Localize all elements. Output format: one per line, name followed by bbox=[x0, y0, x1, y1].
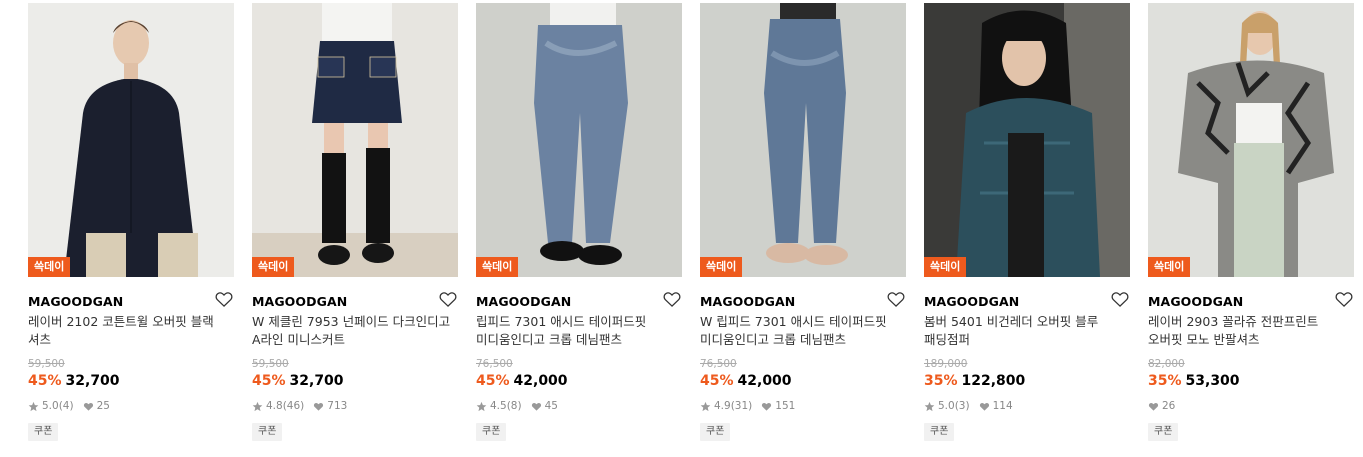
rating: 5.0 (4) bbox=[28, 399, 74, 413]
coupon-tag[interactable]: 쿠폰 bbox=[700, 423, 731, 441]
original-price: 82,000 bbox=[1148, 358, 1185, 370]
product-card[interactable]: 쓱데이 MAGOODGAN 레이버 2102 코튼트윌 오버핏 블랙 셔츠 59… bbox=[28, 3, 234, 441]
likes: 151 bbox=[761, 399, 795, 413]
product-image[interactable]: 쓱데이 bbox=[28, 3, 234, 277]
sale-price: 53,300 bbox=[1185, 373, 1240, 389]
review-count: (4) bbox=[58, 400, 74, 412]
heart-filled-icon bbox=[314, 402, 324, 411]
likes: 713 bbox=[313, 399, 347, 413]
brand-name[interactable]: MAGOODGAN bbox=[252, 294, 347, 309]
discount-rate: 45% bbox=[476, 373, 510, 389]
product-image[interactable]: 쓱데이 bbox=[700, 3, 906, 277]
sale-badge: 쓱데이 bbox=[924, 257, 967, 277]
sale-badge: 쓱데이 bbox=[252, 257, 295, 277]
coupon-tag[interactable]: 쿠폰 bbox=[252, 423, 283, 441]
rating: 4.8 (46) bbox=[252, 399, 304, 413]
sale-badge: 쓱데이 bbox=[28, 257, 71, 277]
heart-filled-icon bbox=[1148, 402, 1159, 411]
product-title[interactable]: 레이버 2903 꼴라쥬 전판프린트 오버핏 모노 반팔셔츠 bbox=[1148, 313, 1354, 349]
likes: 25 bbox=[83, 399, 110, 413]
brand-name[interactable]: MAGOODGAN bbox=[924, 294, 1019, 309]
likes-count: 151 bbox=[775, 400, 796, 412]
heart-filled-icon bbox=[83, 402, 93, 411]
star-icon bbox=[252, 401, 263, 411]
product-card[interactable]: 쓱데이 MAGOODGAN 레이버 2903 꼴라쥬 전판프린트 오버핏 모노 … bbox=[1148, 3, 1354, 441]
heart-filled-icon bbox=[979, 402, 989, 411]
product-card[interactable]: 쓱데이 MAGOODGAN 립피드 7301 애시드 테이퍼드핏 미디움인디고 … bbox=[476, 3, 682, 441]
sale-badge: 쓱데이 bbox=[1148, 257, 1191, 277]
rating-value: 4.9 bbox=[714, 400, 731, 412]
likes-count: 26 bbox=[1162, 400, 1176, 412]
product-title[interactable]: 봄버 5401 비건레더 오버핏 블루 패딩점퍼 bbox=[924, 313, 1130, 349]
heart-filled-icon bbox=[762, 402, 772, 411]
review-count: (31) bbox=[730, 400, 753, 412]
rating: 4.9 (31) bbox=[700, 399, 752, 413]
sale-price: 32,700 bbox=[65, 373, 120, 389]
original-price: 59,500 bbox=[252, 358, 289, 370]
heart-filled-icon bbox=[531, 402, 541, 411]
discount-rate: 45% bbox=[28, 373, 62, 389]
sale-price: 122,800 bbox=[961, 373, 1026, 389]
heart-icon[interactable] bbox=[1334, 289, 1354, 309]
likes: 45 bbox=[531, 399, 558, 413]
rating-value: 4.5 bbox=[490, 400, 507, 412]
rating-value: 5.0 bbox=[42, 400, 59, 412]
rating: 4.5 (8) bbox=[476, 399, 522, 413]
review-count: (46) bbox=[282, 400, 305, 412]
original-price: 59,500 bbox=[28, 358, 65, 370]
coupon-tag[interactable]: 쿠폰 bbox=[28, 423, 59, 441]
product-title[interactable]: W 제클린 7953 넌페이드 다크인디고 A라인 미니스커트 bbox=[252, 313, 458, 349]
heart-icon[interactable] bbox=[886, 289, 906, 309]
original-price: 76,500 bbox=[700, 358, 737, 370]
product-title[interactable]: 립피드 7301 애시드 테이퍼드핏 미디움인디고 크롭 데님팬츠 bbox=[476, 313, 682, 349]
coupon-tag[interactable]: 쿠폰 bbox=[1148, 423, 1179, 441]
product-card[interactable]: 쓱데이 MAGOODGAN 봄버 5401 비건레더 오버핏 블루 패딩점퍼 1… bbox=[924, 3, 1130, 441]
star-icon bbox=[700, 401, 711, 411]
likes: 26 bbox=[1148, 399, 1175, 413]
heart-icon[interactable] bbox=[438, 289, 458, 309]
product-card[interactable]: 쓱데이 MAGOODGAN W 제클린 7953 넌페이드 다크인디고 A라인 … bbox=[252, 3, 458, 441]
heart-icon[interactable] bbox=[1110, 289, 1130, 309]
coupon-tag[interactable]: 쿠폰 bbox=[924, 423, 955, 441]
coupon-tag[interactable]: 쿠폰 bbox=[476, 423, 507, 441]
star-icon bbox=[28, 401, 39, 411]
product-image[interactable]: 쓱데이 bbox=[924, 3, 1130, 277]
rating: 5.0 (3) bbox=[924, 399, 970, 413]
review-count: (3) bbox=[954, 400, 970, 412]
sale-badge: 쓱데이 bbox=[476, 257, 519, 277]
star-icon bbox=[924, 401, 935, 411]
brand-name[interactable]: MAGOODGAN bbox=[1148, 294, 1243, 309]
heart-icon[interactable] bbox=[214, 289, 234, 309]
sale-price: 42,000 bbox=[737, 373, 792, 389]
likes-count: 25 bbox=[96, 400, 110, 412]
original-price: 76,500 bbox=[476, 358, 513, 370]
heart-icon[interactable] bbox=[662, 289, 682, 309]
likes-count: 713 bbox=[327, 400, 348, 412]
sale-price: 42,000 bbox=[513, 373, 568, 389]
product-image[interactable]: 쓱데이 bbox=[252, 3, 458, 277]
product-image[interactable]: 쓱데이 bbox=[476, 3, 682, 277]
likes-count: 114 bbox=[992, 400, 1013, 412]
product-card[interactable]: 쓱데이 MAGOODGAN W 립피드 7301 애시드 테이퍼드핏 미디움인디… bbox=[700, 3, 906, 441]
star-icon bbox=[476, 401, 487, 411]
sale-price: 32,700 bbox=[289, 373, 344, 389]
review-count: (8) bbox=[506, 400, 522, 412]
likes-count: 45 bbox=[544, 400, 558, 412]
sale-badge: 쓱데이 bbox=[700, 257, 743, 277]
rating-value: 4.8 bbox=[266, 400, 283, 412]
discount-rate: 45% bbox=[252, 373, 286, 389]
brand-name[interactable]: MAGOODGAN bbox=[700, 294, 795, 309]
product-title[interactable]: 레이버 2102 코튼트윌 오버핏 블랙 셔츠 bbox=[28, 313, 234, 349]
original-price: 189,000 bbox=[924, 358, 968, 370]
brand-name[interactable]: MAGOODGAN bbox=[476, 294, 571, 309]
discount-rate: 35% bbox=[924, 373, 958, 389]
discount-rate: 45% bbox=[700, 373, 734, 389]
likes: 114 bbox=[979, 399, 1013, 413]
product-grid: 쓱데이 MAGOODGAN 레이버 2102 코튼트윌 오버핏 블랙 셔츠 59… bbox=[0, 0, 1363, 457]
rating-value: 5.0 bbox=[938, 400, 955, 412]
product-image[interactable]: 쓱데이 bbox=[1148, 3, 1354, 277]
discount-rate: 35% bbox=[1148, 373, 1182, 389]
product-title[interactable]: W 립피드 7301 애시드 테이퍼드핏 미디움인디고 크롭 데님팬츠 bbox=[700, 313, 906, 349]
brand-name[interactable]: MAGOODGAN bbox=[28, 294, 123, 309]
